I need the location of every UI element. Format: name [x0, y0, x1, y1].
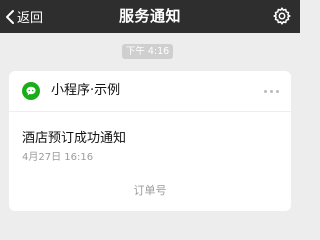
notification-title: 酒店预订成功通知: [22, 131, 127, 146]
top-navigation-bar: 返回 服务通知: [0, 0, 300, 33]
more-options-button[interactable]: [261, 84, 279, 98]
more-dot: [276, 89, 279, 93]
page-title: 服务通知: [118, 7, 181, 25]
more-dots-icon: [264, 89, 267, 93]
card-header: 小程序·示例: [9, 71, 291, 112]
service-notification-card[interactable]: 小程序·示例 酒店预订成功通知 4月27日 16:16 订单号: [9, 71, 291, 211]
notification-time: 4月27日 16:16: [22, 152, 94, 163]
timestamp-badge: 下午 4:16: [122, 44, 173, 59]
mini-program-name[interactable]: 小程序·示例: [51, 82, 120, 100]
more-dot: [270, 89, 273, 93]
chat-bubble-icon: [22, 82, 40, 100]
order-number-label: 订单号: [133, 184, 167, 197]
gear-icon: [273, 7, 291, 25]
settings-button[interactable]: [272, 6, 292, 26]
